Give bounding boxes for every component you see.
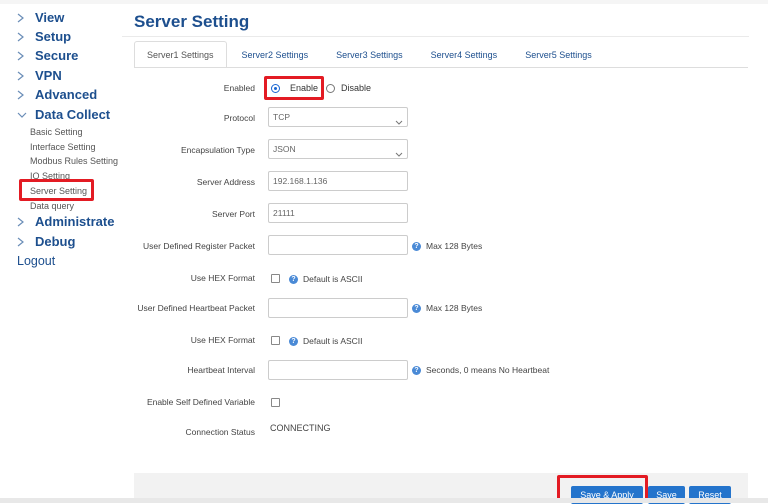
chevron-right-icon <box>17 237 31 247</box>
hex-format-checkbox-1[interactable] <box>271 274 280 283</box>
tab-underline <box>134 67 748 68</box>
register-packet-help: ? Max 128 Bytes <box>412 241 482 251</box>
chevron-right-icon <box>17 217 31 227</box>
self-defined-checkbox[interactable] <box>271 398 280 407</box>
heartbeat-packet-help: ? Max 128 Bytes <box>412 303 482 313</box>
horizontal-scrollbar[interactable] <box>0 498 768 503</box>
sidebar-item-secure[interactable]: Secure <box>17 48 78 63</box>
heartbeat-interval-help: ? Seconds, 0 means No Heartbeat <box>412 365 549 375</box>
help-icon: ? <box>412 303 421 313</box>
heartbeat-interval-input[interactable] <box>268 360 408 380</box>
encapsulation-select[interactable]: JSON <box>268 139 408 159</box>
self-defined-label: Enable Self Defined Variable <box>146 397 255 407</box>
protocol-select[interactable]: TCP <box>268 107 408 127</box>
heartbeat-packet-input[interactable] <box>268 298 408 318</box>
chevron-right-icon <box>17 90 31 100</box>
help-icon: ? <box>412 365 421 375</box>
highlight-server-setting <box>19 179 94 201</box>
help-icon: ? <box>412 241 421 251</box>
server-port-input[interactable]: 21111 <box>268 203 408 223</box>
server-address-label: Server Address <box>196 177 255 187</box>
protocol-label: Protocol <box>223 113 255 123</box>
submenu-interface-setting[interactable]: Interface Setting <box>30 142 96 152</box>
sidebar-item-label: View <box>35 10 65 25</box>
tab-server2[interactable]: Server2 Settings <box>229 41 322 67</box>
hex-format-checkbox-2[interactable] <box>271 336 280 345</box>
sidebar-item-label: Administrate <box>35 214 115 229</box>
page-title: Server Setting <box>134 12 250 31</box>
tab-server4[interactable]: Server4 Settings <box>418 41 511 67</box>
sidebar-item-debug[interactable]: Debug <box>17 234 75 249</box>
sidebar-item-data-collect[interactable]: Data Collect <box>17 107 110 122</box>
chevron-right-icon <box>17 51 31 61</box>
connection-status-label: Connection Status <box>185 427 255 437</box>
divider <box>122 36 749 37</box>
sidebar: View Setup Secure VPN Advanced Data Coll… <box>0 0 122 503</box>
sidebar-item-setup[interactable]: Setup <box>17 29 71 44</box>
help-icon: ? <box>289 336 298 346</box>
submenu-modbus-rules-setting[interactable]: Modbus Rules Setting <box>30 156 118 166</box>
submenu-basic-setting[interactable]: Basic Setting <box>30 127 83 137</box>
register-packet-help-text: Max 128 Bytes <box>426 241 483 251</box>
enabled-label: Enabled <box>223 83 255 93</box>
heartbeat-packet-label: User Defined Heartbeat Packet <box>137 303 255 313</box>
register-packet-input[interactable] <box>268 235 408 255</box>
chevron-right-icon <box>17 32 31 42</box>
chevron-down-icon <box>395 114 403 132</box>
connection-status-value: CONNECTING <box>270 423 331 433</box>
hex-format-label-1: Use HEX Format <box>190 273 255 283</box>
sidebar-item-administrate[interactable]: Administrate <box>17 214 114 229</box>
sidebar-item-view[interactable]: View <box>17 10 64 25</box>
protocol-value: TCP <box>273 112 290 122</box>
sidebar-item-label: VPN <box>35 68 62 83</box>
heartbeat-interval-help-text: Seconds, 0 means No Heartbeat <box>426 365 550 375</box>
sidebar-item-label: Data Collect <box>35 107 111 122</box>
logout-link[interactable]: Logout <box>17 254 55 268</box>
server-address-input[interactable]: 192.168.1.136 <box>268 171 408 191</box>
sidebar-item-vpn[interactable]: VPN <box>17 68 62 83</box>
hex-help-2: ? Default is ASCII <box>289 336 363 346</box>
radio-unselected-icon <box>326 83 335 93</box>
hex-help-text-2: Default is ASCII <box>303 336 363 346</box>
register-packet-label: User Defined Register Packet <box>143 241 255 251</box>
server-port-label: Server Port <box>212 209 255 219</box>
tab-server3[interactable]: Server3 Settings <box>323 41 416 67</box>
chevron-right-icon <box>17 71 31 81</box>
tab-server1[interactable]: Server1 Settings <box>134 41 227 67</box>
hex-help-1: ? Default is ASCII <box>289 274 363 284</box>
sidebar-item-label: Setup <box>35 29 72 44</box>
encapsulation-label: Encapsulation Type <box>180 145 255 155</box>
chevron-down-icon <box>395 146 403 164</box>
chevron-down-icon <box>17 111 31 119</box>
sidebar-item-label: Advanced <box>35 87 98 102</box>
heartbeat-packet-help-text: Max 128 Bytes <box>426 303 483 313</box>
sidebar-item-label: Debug <box>35 234 76 249</box>
disable-radio-label: Disable <box>341 83 372 93</box>
submenu-data-query[interactable]: Data query <box>30 201 74 211</box>
server-tabs: Server1 Settings Server2 Settings Server… <box>134 41 607 67</box>
heartbeat-interval-label: Heartbeat Interval <box>187 365 255 375</box>
chevron-right-icon <box>17 13 31 23</box>
tab-server5[interactable]: Server5 Settings <box>512 41 605 67</box>
help-icon: ? <box>289 274 298 284</box>
highlight-enable <box>264 76 324 100</box>
disable-radio[interactable]: Disable <box>326 83 371 93</box>
encapsulation-value: JSON <box>273 144 296 154</box>
sidebar-item-advanced[interactable]: Advanced <box>17 87 97 102</box>
sidebar-item-label: Secure <box>35 48 79 63</box>
hex-format-label-2: Use HEX Format <box>190 335 255 345</box>
hex-help-text-1: Default is ASCII <box>303 274 363 284</box>
